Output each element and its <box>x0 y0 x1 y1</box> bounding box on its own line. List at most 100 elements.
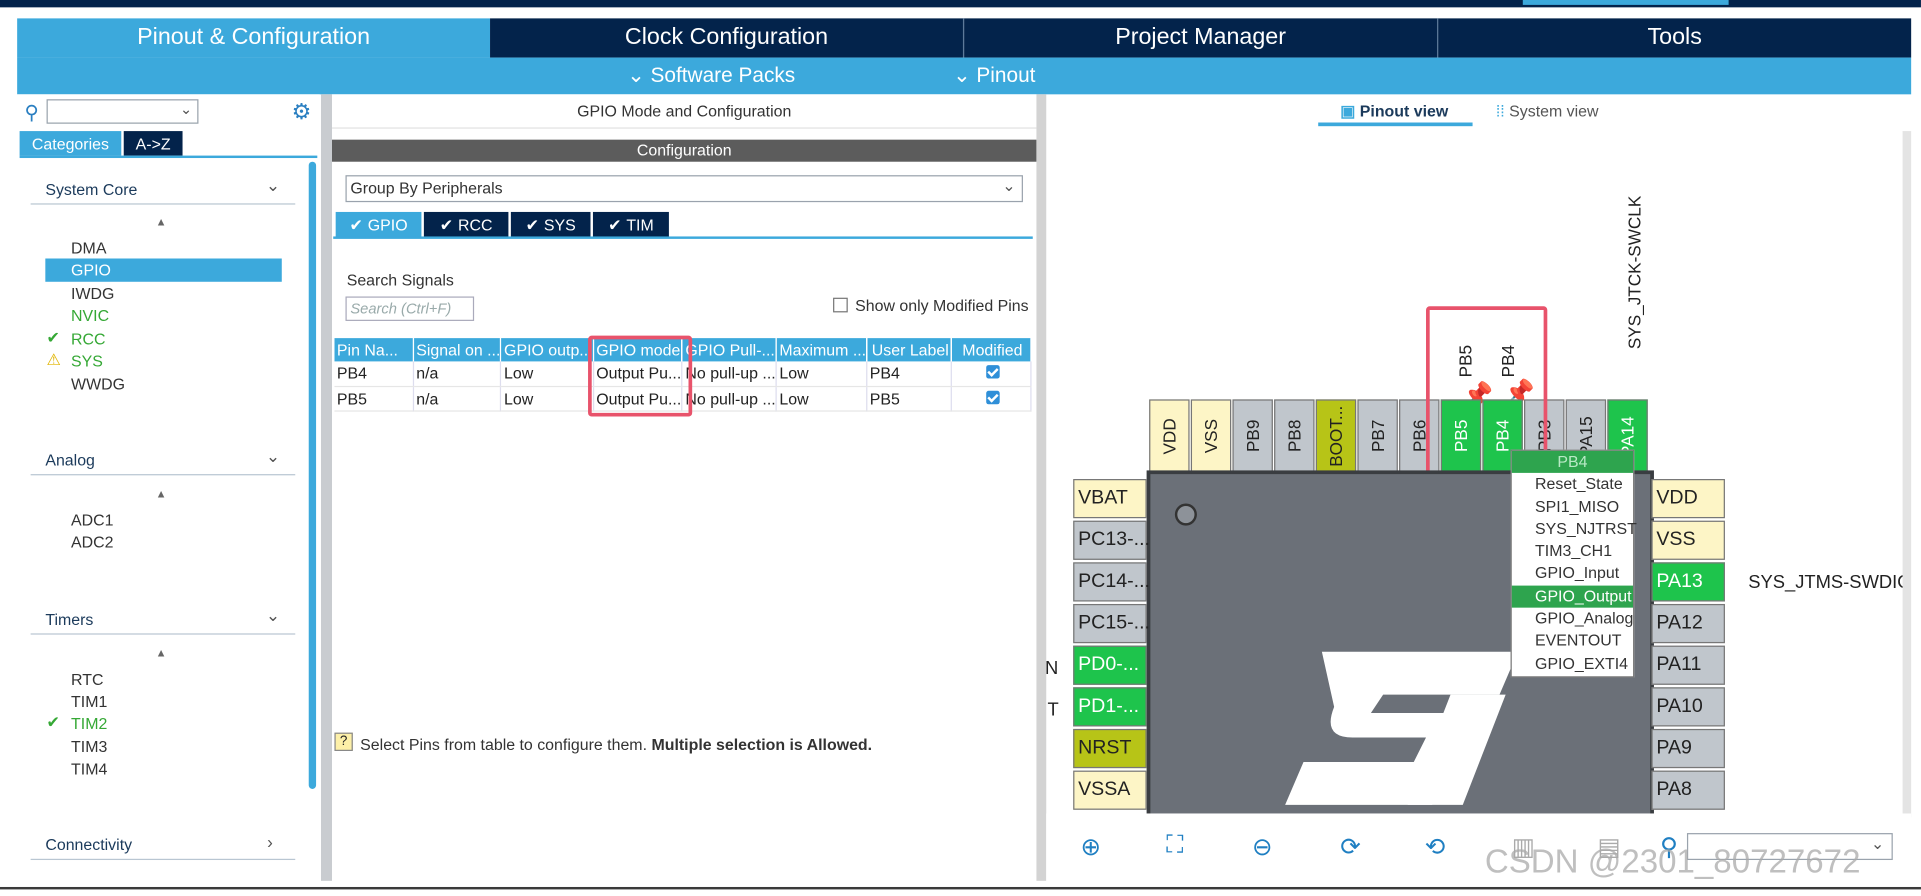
category-item-iwdg[interactable]: IWDG <box>71 284 114 302</box>
tab-pinout-configuration[interactable]: Pinout & Configuration <box>17 18 491 58</box>
pin-nrst[interactable]: NRST <box>1073 728 1147 769</box>
category-item-dma[interactable]: DMA <box>71 239 106 257</box>
col-pin-name[interactable]: Pin Na... <box>334 338 414 362</box>
gpio-mode-header: GPIO Mode and Configuration <box>332 94 1037 129</box>
group-by-select[interactable]: Group By Peripherals ⌄ <box>345 175 1023 203</box>
category-search-input[interactable]: ⌄ <box>46 99 199 124</box>
pin-pa9[interactable]: PA9 <box>1651 728 1725 769</box>
group-connectivity[interactable]: Connectivity <box>45 836 132 854</box>
tab-gpio[interactable]: ✔ GPIO <box>335 211 422 238</box>
gear-icon[interactable]: ⚙ <box>292 99 312 125</box>
tab-project-manager[interactable]: Project Manager <box>964 18 1439 58</box>
pin-vdd-top[interactable]: VDD <box>1149 399 1190 473</box>
rotate-right-icon[interactable]: ⟳ <box>1340 832 1361 863</box>
menu-item-tim3-ch1[interactable]: TIM3_CH1 <box>1512 540 1633 562</box>
pin-pc15[interactable]: PC15-... <box>1073 603 1150 644</box>
right-scrollbar[interactable] <box>1902 131 1912 818</box>
a-z-tab[interactable]: A->Z <box>123 131 183 156</box>
modified-checkbox[interactable] <box>985 365 1000 379</box>
chevron-down-icon[interactable]: ⌄ <box>266 175 280 196</box>
menu-item-gpio-analog[interactable]: GPIO_Analog <box>1512 608 1633 630</box>
pin-pb8[interactable]: PB8 <box>1274 399 1315 473</box>
group-analog[interactable]: Analog <box>45 451 95 469</box>
group-system-core[interactable]: System Core <box>45 180 137 198</box>
menu-item-reset-state[interactable]: Reset_State <box>1512 473 1633 495</box>
hint-text: Select Pins from table to configure them… <box>360 735 873 754</box>
category-item-nvic[interactable]: NVIC <box>71 306 109 324</box>
pin-pa10[interactable]: PA10 <box>1651 687 1725 727</box>
menu-item-spi1-miso[interactable]: SPI1_MISO <box>1512 496 1633 518</box>
tab-tools[interactable]: Tools <box>1438 18 1912 58</box>
menu-item-gpio-input[interactable]: GPIO_Input <box>1512 563 1633 585</box>
col-gpio-pull[interactable]: GPIO Pull-... <box>682 338 777 362</box>
pin-pa8[interactable]: PA8 <box>1651 770 1725 810</box>
pin-vss-right[interactable]: VSS <box>1651 520 1725 560</box>
pinout-view-tab[interactable]: ▣ Pinout view <box>1340 102 1448 122</box>
pin-vdd-right[interactable]: VDD <box>1651 479 1725 519</box>
group-timers[interactable]: Timers <box>45 610 93 628</box>
pin-pa12[interactable]: PA12 <box>1651 603 1725 644</box>
panel-separator[interactable] <box>1036 94 1047 881</box>
zoom-in-icon[interactable]: ⊕ <box>1081 832 1102 863</box>
category-item-tim4[interactable]: TIM4 <box>71 760 107 778</box>
pin-pd0[interactable]: PD0-... <box>1073 645 1147 685</box>
sort-icon[interactable]: ▲ <box>156 216 167 228</box>
col-signal[interactable]: Signal on ... <box>413 338 502 362</box>
pin-pb9[interactable]: PB9 <box>1232 399 1273 473</box>
pin-label-swclk: SYS_JTCK-SWCLK <box>1624 196 1645 350</box>
category-item-adc2[interactable]: ADC2 <box>71 533 113 551</box>
modified-checkbox[interactable] <box>985 390 1000 404</box>
pin-vbat[interactable]: VBAT <box>1073 479 1147 519</box>
col-maximum[interactable]: Maximum ... <box>776 338 868 362</box>
left-scrollbar[interactable] <box>308 161 317 789</box>
pin-pb7[interactable]: PB7 <box>1357 399 1398 473</box>
software-packs-menu[interactable]: ⌄ Software Packs <box>627 64 795 89</box>
col-modified[interactable]: Modified <box>951 338 1032 362</box>
menu-item-gpio-output[interactable]: GPIO_Output <box>1511 585 1634 608</box>
show-modified-checkbox[interactable] <box>833 297 848 313</box>
category-item-tim2[interactable]: TIM2 <box>71 714 107 732</box>
pin-boot0[interactable]: BOOT... <box>1315 399 1357 473</box>
tab-clock-configuration[interactable]: Clock Configuration <box>490 18 965 58</box>
fit-screen-icon[interactable]: ⛶ <box>1166 832 1183 860</box>
tab-rcc[interactable]: ✔ RCC <box>423 211 509 238</box>
category-item-rcc[interactable]: RCC <box>71 330 106 348</box>
rotate-left-icon[interactable]: ⟲ <box>1425 832 1446 863</box>
system-view-tab[interactable]: ⁞⁞ System view <box>1496 102 1599 120</box>
pin-pa11[interactable]: PA11 <box>1651 645 1725 685</box>
chevron-right-icon[interactable]: › <box>267 832 273 852</box>
search-icon[interactable]: ⚲ <box>25 100 39 125</box>
panel-separator[interactable] <box>320 94 333 881</box>
category-item-wwdg[interactable]: WWDG <box>71 375 125 393</box>
group-by-value: Group By Peripherals <box>350 178 503 198</box>
check-circle-icon: ✔ <box>525 215 539 234</box>
menu-item-sys-njtrst[interactable]: SYS_NJTRST <box>1512 518 1637 540</box>
categories-tab[interactable]: Categories <box>19 131 122 156</box>
chevron-down-icon[interactable]: ⌄ <box>266 446 280 467</box>
search-signals-input[interactable]: Search (Ctrl+F) <box>345 296 475 321</box>
col-gpio-output[interactable]: GPIO outp... <box>500 338 594 362</box>
category-item-sys[interactable]: SYS <box>71 352 103 370</box>
pin-vss-top[interactable]: VSS <box>1190 399 1232 473</box>
pinout-menu[interactable]: ⌄ Pinout <box>953 64 1035 89</box>
category-item-tim3[interactable]: TIM3 <box>71 738 107 756</box>
divider <box>30 203 296 205</box>
category-item-adc1[interactable]: ADC1 <box>71 511 113 529</box>
col-user-label[interactable]: User Label <box>866 338 953 362</box>
tab-tim[interactable]: ✔ TIM <box>592 211 669 238</box>
zoom-out-icon[interactable]: ⊖ <box>1252 832 1273 863</box>
chevron-down-icon[interactable]: ⌄ <box>266 605 280 626</box>
category-item-rtc[interactable]: RTC <box>71 670 103 688</box>
pin-pa13[interactable]: PA13 <box>1651 562 1725 602</box>
tab-sys[interactable]: ✔ SYS <box>510 211 591 238</box>
category-item-tim1[interactable]: TIM1 <box>71 692 107 710</box>
pin-vssa[interactable]: VSSA <box>1073 770 1147 810</box>
category-item-gpio[interactable]: GPIO <box>71 261 111 279</box>
menu-item-gpio-exti4[interactable]: GPIO_EXTI4 <box>1512 653 1633 675</box>
pin-pc14[interactable]: PC14-... <box>1073 562 1150 602</box>
sort-icon[interactable]: ▲ <box>156 488 167 500</box>
menu-item-eventout[interactable]: EVENTOUT <box>1512 630 1633 652</box>
pin-pc13[interactable]: PC13-... <box>1073 520 1150 560</box>
sort-icon[interactable]: ▲ <box>156 647 167 659</box>
pin-pd1[interactable]: PD1-... <box>1073 687 1147 727</box>
